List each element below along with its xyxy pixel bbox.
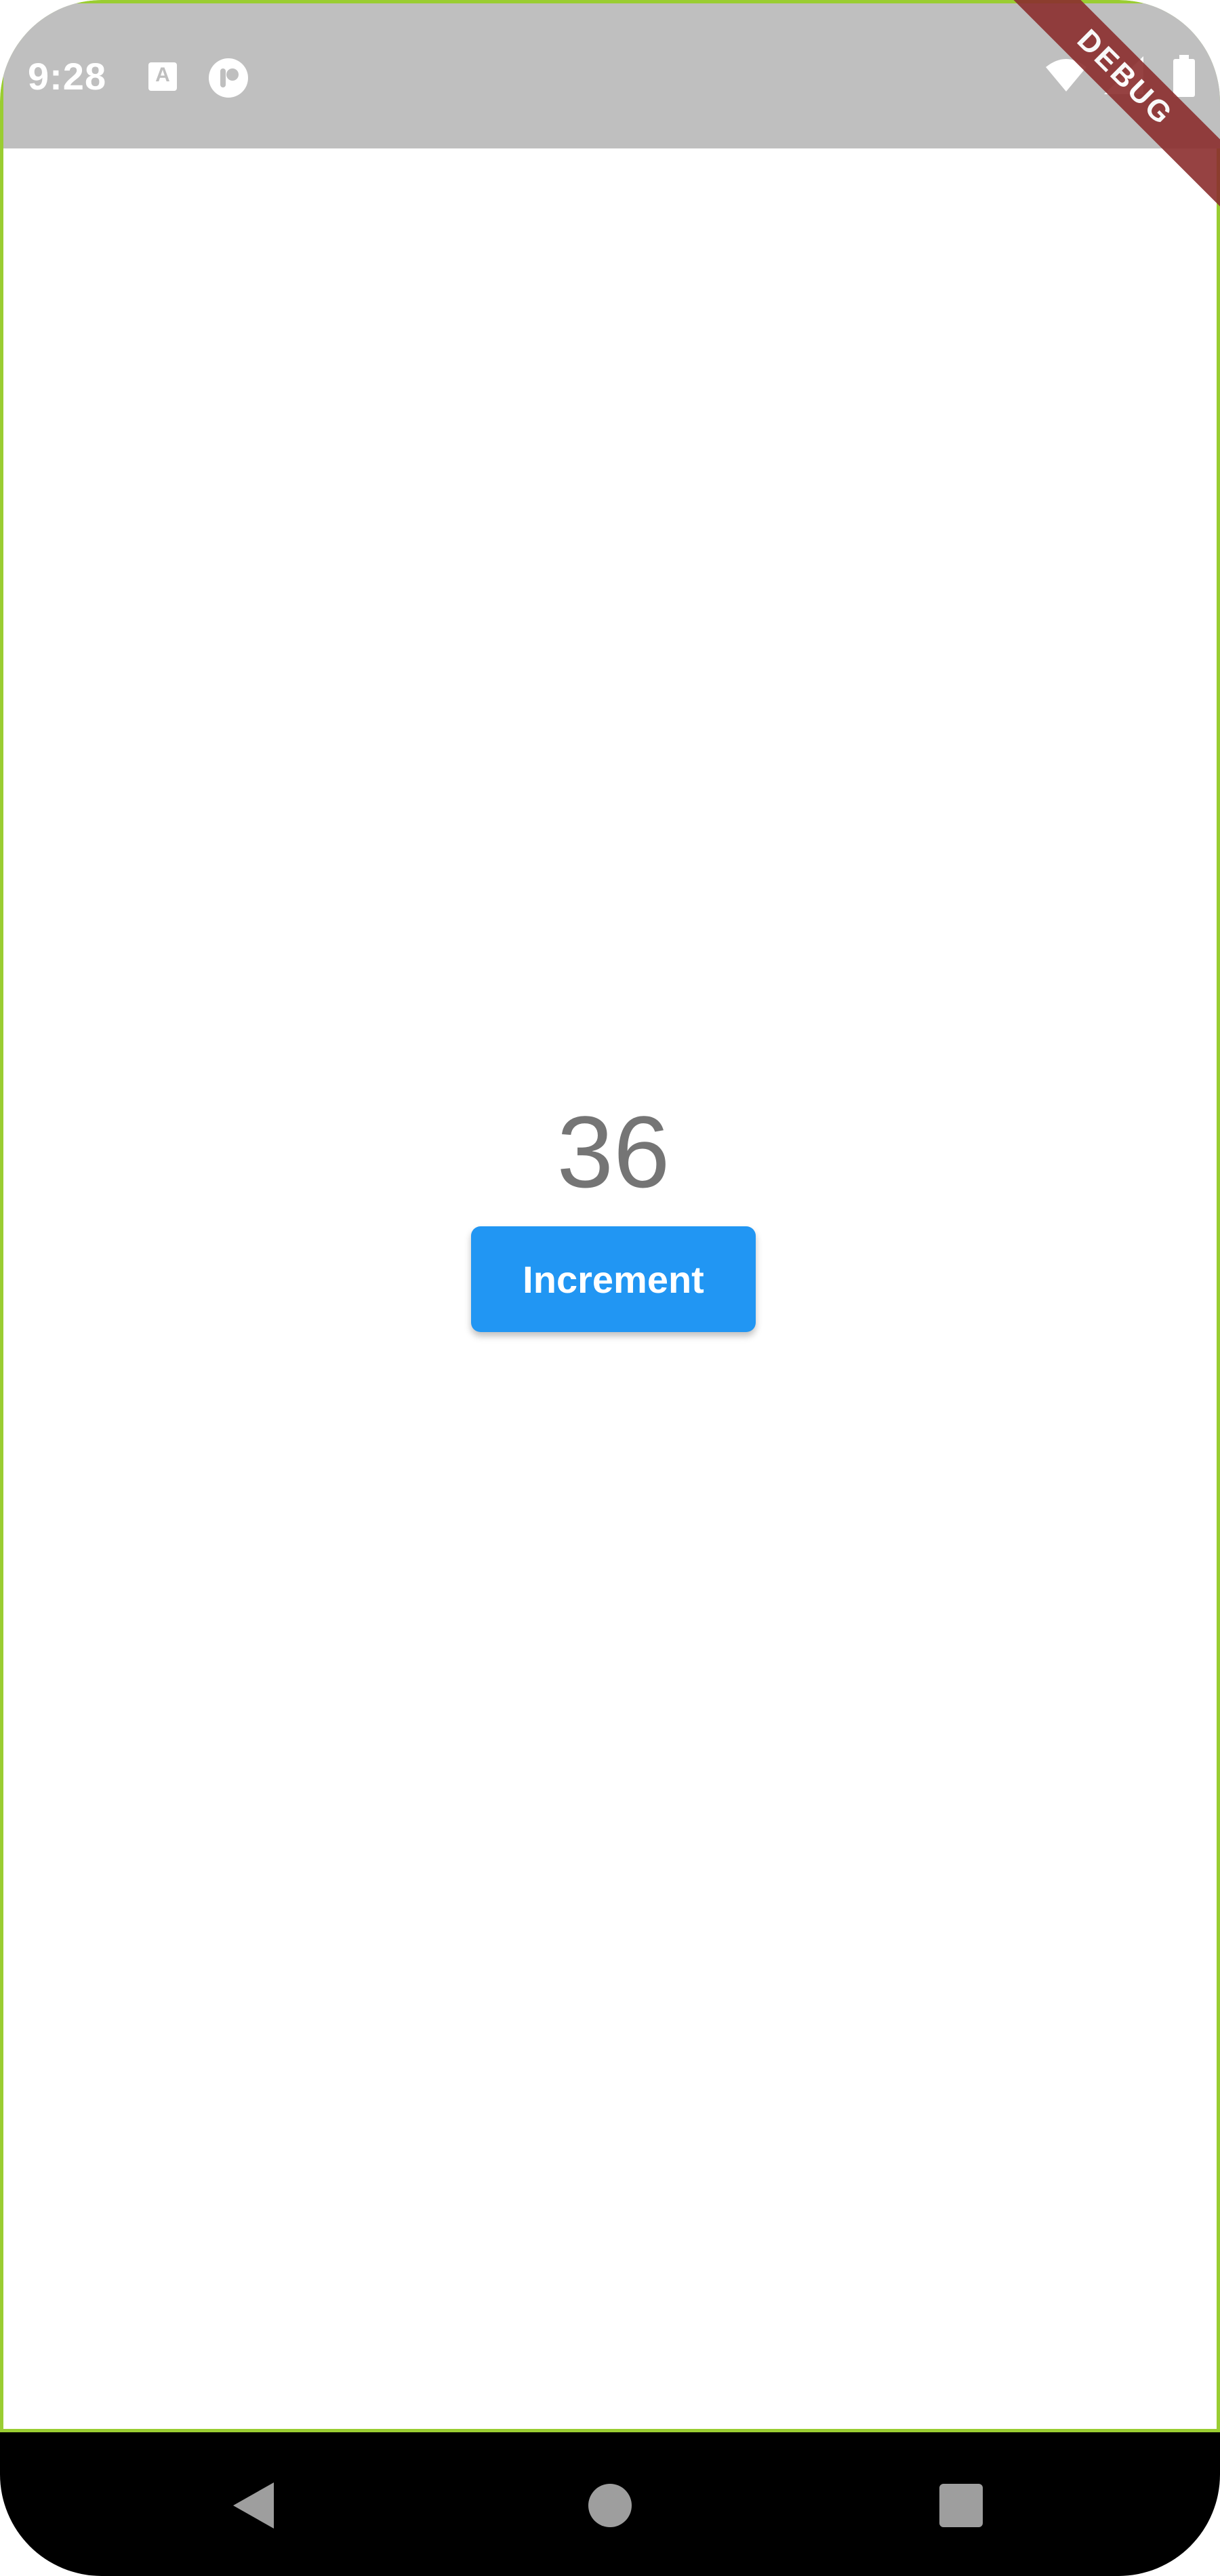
home-icon[interactable]: [588, 2484, 632, 2527]
play-protect-icon: [209, 58, 248, 98]
device-screen: 9:28 A 36 Increment DEBUG: [0, 0, 1220, 2576]
status-bar: 9:28 A: [3, 3, 1220, 148]
status-time: 9:28: [28, 55, 107, 98]
back-icon[interactable]: [232, 2481, 275, 2530]
navigation-bar: [0, 2432, 1220, 2576]
battery-icon: [1173, 55, 1195, 97]
counter-value: 36: [556, 1095, 670, 1209]
recents-icon[interactable]: [939, 2484, 983, 2527]
text-notification-icon: A: [148, 62, 177, 91]
increment-button[interactable]: Increment: [471, 1226, 756, 1332]
app-frame: 9:28 A 36 Increment: [0, 0, 1220, 2432]
text-notification-label: A: [155, 64, 170, 86]
app-content: 36 Increment: [3, 148, 1220, 2436]
